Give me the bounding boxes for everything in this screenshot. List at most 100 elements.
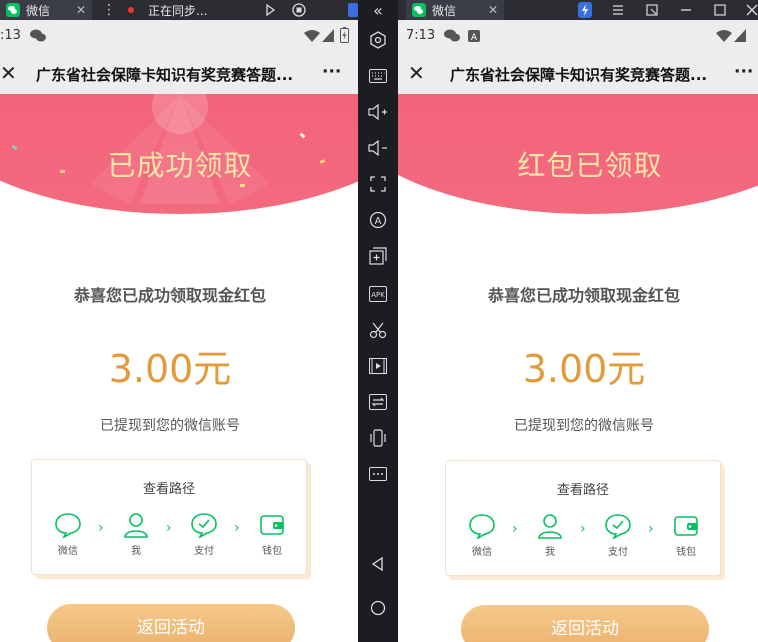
- right-tab-bar: 微信 ✕: [398, 0, 758, 20]
- hero-title: 红包已领取: [517, 149, 663, 182]
- withdraw-note: 已提现到您的微信账号: [514, 418, 654, 434]
- settings-hexagon-icon[interactable]: [366, 28, 390, 52]
- view-path-card: 查看路径 微信 › 我 › 支付 › 钱包: [31, 459, 307, 575]
- chat-bubble-icon: [469, 514, 495, 539]
- left-emulator-window: 微信 ✕ ⋮ 正在同步... :13 ✕ 广东省社会保障卡知识有奖竞赛答题...…: [0, 0, 358, 642]
- tab-menu-dots-icon[interactable]: ⋮: [102, 2, 116, 18]
- svg-text:A: A: [375, 216, 382, 227]
- chat-bubble-icon: [55, 513, 81, 538]
- text-a-status-icon: A: [468, 30, 480, 42]
- tab-wechat[interactable]: 微信 ✕: [0, 0, 92, 20]
- confetti: [240, 184, 245, 187]
- close-page-icon[interactable]: ✕: [0, 61, 17, 85]
- chevron-right-icon: ›: [166, 520, 172, 536]
- chevron-right-icon: ›: [512, 521, 518, 537]
- path-step-wallet: 钱包: [252, 512, 292, 557]
- tab-syncing[interactable]: ⋮ 正在同步...: [96, 0, 316, 20]
- left-nav-bar: ✕ 广东省社会保障卡知识有奖竞赛答题... ···: [0, 52, 358, 94]
- path-step-me: 我: [116, 512, 156, 557]
- step-label: 我: [545, 547, 555, 558]
- path-card-title: 查看路径: [142, 482, 195, 497]
- chevron-right-icon: ›: [234, 520, 240, 536]
- signal-icon: [322, 29, 334, 42]
- minimize-icon[interactable]: [680, 6, 692, 14]
- right-emulator-window: 微信 ✕ 7:13 A ✕ 广东省社会保障卡知识有奖竞赛答题... ··· 红包…: [398, 0, 758, 642]
- right-nav-bar: ✕ 广东省社会保障卡知识有奖竞赛答题... ···: [398, 52, 758, 94]
- recording-dot-icon: [128, 7, 134, 13]
- stop-record-icon[interactable]: [292, 3, 306, 17]
- back-to-activity-button[interactable]: 返回活动: [461, 605, 709, 642]
- more-menu-icon[interactable]: ···: [322, 62, 341, 82]
- wechat-status-icon: [30, 29, 46, 42]
- collapse-toolbar-icon[interactable]: «: [366, 0, 390, 22]
- svg-text:A: A: [471, 33, 478, 42]
- maximize-icon[interactable]: [714, 4, 726, 16]
- path-step-me: 我: [530, 513, 570, 558]
- path-step-pay: 支付: [184, 512, 224, 557]
- signal-icon: [734, 29, 746, 42]
- chevron-right-icon: ›: [98, 520, 104, 536]
- home-circle-icon[interactable]: [366, 596, 390, 620]
- volume-up-icon[interactable]: [366, 100, 390, 124]
- view-path-card: 查看路径 微信 › 我 › 支付 › 钱包: [445, 460, 721, 576]
- person-icon: [124, 513, 148, 538]
- rotate-icon[interactable]: A: [366, 208, 390, 232]
- tab-wechat[interactable]: 微信 ✕: [406, 0, 504, 20]
- close-page-icon[interactable]: ✕: [408, 61, 425, 85]
- right-status-bar: 7:13 A: [398, 20, 758, 52]
- wallet-icon: [674, 516, 698, 536]
- more-options-icon[interactable]: [366, 462, 390, 486]
- back-to-activity-button[interactable]: 返回活动: [47, 604, 295, 642]
- step-label: 我: [131, 546, 141, 557]
- left-tab-bar: 微信 ✕ ⋮ 正在同步...: [0, 0, 358, 20]
- congrats-text: 恭喜您已成功领取现金红包: [487, 286, 680, 305]
- lightning-app-icon[interactable]: [578, 2, 592, 18]
- wechat-logo-icon: [412, 3, 426, 17]
- play-icon[interactable]: [264, 4, 276, 16]
- wechat-status-icon: [444, 29, 460, 42]
- wechat-logo-icon: [6, 3, 20, 17]
- emulator-side-toolbar: « A APK: [358, 0, 398, 642]
- screenshot-scissors-icon[interactable]: [366, 318, 390, 342]
- tab-close-icon[interactable]: ✕: [76, 3, 86, 17]
- page-title: 广东省社会保障卡知识有奖竞赛答题...: [450, 66, 708, 84]
- back-triangle-icon[interactable]: [366, 552, 390, 576]
- hamburger-menu-icon[interactable]: [612, 4, 624, 16]
- sync-icon[interactable]: [366, 390, 390, 414]
- chevron-right-icon: ›: [580, 521, 586, 537]
- congrats-text: 恭喜您已成功领取现金红包: [73, 286, 266, 305]
- page-title: 广东省社会保障卡知识有奖竞赛答题...: [36, 66, 294, 84]
- path-step-wallet: 钱包: [666, 513, 706, 558]
- battery-icon: [340, 27, 349, 43]
- amount-value: 3.00元: [108, 347, 232, 391]
- shake-icon[interactable]: [366, 426, 390, 450]
- hero-title: 已成功领取: [107, 149, 253, 182]
- check-bubble-icon: [191, 513, 217, 538]
- tab-wechat-label: 微信: [432, 3, 457, 18]
- step-label: 钱包: [262, 546, 282, 557]
- path-step-wechat: 微信: [462, 513, 502, 558]
- window-close-icon[interactable]: [746, 4, 758, 16]
- fullscreen-icon[interactable]: [366, 172, 390, 196]
- apk-install-icon[interactable]: APK: [366, 282, 390, 306]
- left-status-bar: :13: [0, 20, 358, 52]
- step-label: 支付: [194, 546, 214, 557]
- check-bubble-icon: [605, 514, 631, 539]
- volume-down-icon[interactable]: [366, 136, 390, 160]
- video-record-icon[interactable]: [366, 354, 390, 378]
- tab-syncing-label: 正在同步...: [148, 3, 208, 18]
- restore-icon[interactable]: [646, 4, 658, 16]
- step-label: 钱包: [676, 547, 696, 558]
- person-icon: [538, 514, 562, 539]
- tab-wechat-label: 微信: [26, 3, 51, 18]
- status-time: :13: [0, 28, 21, 43]
- path-step-wechat: 微信: [48, 512, 88, 557]
- withdraw-note: 已提现到您的微信账号: [100, 418, 240, 434]
- window-controls: [574, 0, 758, 20]
- multi-instance-icon[interactable]: [366, 244, 390, 268]
- wifi-icon: [716, 30, 732, 42]
- more-menu-icon[interactable]: ···: [734, 62, 753, 82]
- app-badge-icon: [348, 3, 358, 17]
- keyboard-icon[interactable]: [366, 64, 390, 88]
- tab-close-icon[interactable]: ✕: [488, 3, 498, 17]
